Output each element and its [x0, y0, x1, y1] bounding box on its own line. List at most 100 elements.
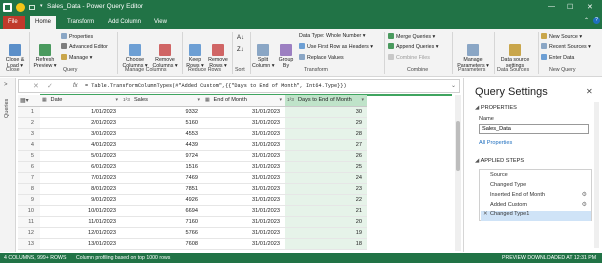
- table-cell[interactable]: 31/01/2023: [203, 227, 285, 239]
- data-type-dropdown[interactable]: Data Type: Whole Number ▾: [299, 33, 365, 39]
- table-cell[interactable]: 3/01/2023: [40, 128, 121, 140]
- all-properties-link[interactable]: All Properties: [479, 140, 512, 146]
- applied-step[interactable]: Changed Type: [490, 182, 526, 188]
- recent-sources-button[interactable]: Recent Sources ▾: [541, 43, 591, 50]
- table-cell[interactable]: 31/01/2023: [203, 139, 285, 151]
- table-cell[interactable]: 31/01/2023: [203, 194, 285, 206]
- filter-dropdown-icon[interactable]: ▾: [361, 97, 364, 103]
- table-row[interactable]: 1 1/01/2023 9332 31/01/2023 30: [18, 106, 367, 118]
- scroll-thumb[interactable]: [456, 121, 460, 171]
- row-number[interactable]: 5: [18, 150, 40, 162]
- table-cell[interactable]: 31/01/2023: [203, 238, 285, 250]
- maximize-button[interactable]: ☐: [567, 3, 573, 11]
- use-first-row-button[interactable]: Use First Row as Headers ▾: [299, 43, 373, 50]
- table-cell[interactable]: 7/01/2023: [40, 172, 121, 184]
- table-cell[interactable]: 2/01/2023: [40, 117, 121, 129]
- row-number[interactable]: 11: [18, 216, 40, 228]
- replace-values-button[interactable]: Replace Values: [299, 54, 344, 61]
- table-row[interactable]: 9 9/01/2023 4926 31/01/2023 22: [18, 194, 367, 206]
- applied-step[interactable]: Inserted End of Month: [490, 192, 545, 198]
- merge-queries-button[interactable]: Merge Queries ▾: [388, 33, 435, 40]
- table-cell[interactable]: 8/01/2023: [40, 183, 121, 195]
- table-cell[interactable]: 30: [285, 106, 367, 118]
- tab-view[interactable]: View: [149, 16, 172, 29]
- table-cell[interactable]: 6694: [121, 205, 203, 217]
- table-cell[interactable]: 1/01/2023: [40, 106, 121, 118]
- table-cell[interactable]: 9/01/2023: [40, 194, 121, 206]
- filter-dropdown-icon[interactable]: ▾: [197, 97, 200, 103]
- qat-dropdown-icon[interactable]: ▾: [40, 3, 43, 9]
- row-number[interactable]: 6: [18, 161, 40, 173]
- row-number[interactable]: 12: [18, 227, 40, 239]
- row-number[interactable]: 10: [18, 205, 40, 217]
- table-cell[interactable]: 31/01/2023: [203, 161, 285, 173]
- table-cell[interactable]: 13/01/2023: [40, 238, 121, 250]
- table-cell[interactable]: 7160: [121, 216, 203, 228]
- column-header-sales[interactable]: 1²3 Sales ▾: [121, 95, 203, 107]
- table-row[interactable]: 3 3/01/2023 4553 31/01/2023 28: [18, 128, 367, 140]
- table-cell[interactable]: 31/01/2023: [203, 205, 285, 217]
- split-column-button[interactable]: Split Column ▾: [252, 32, 274, 75]
- close-window-button[interactable]: ✕: [587, 3, 593, 11]
- append-queries-button[interactable]: Append Queries ▾: [388, 43, 438, 50]
- new-source-button[interactable]: New Source ▾: [541, 33, 582, 40]
- delete-step-icon[interactable]: ✕: [483, 211, 488, 217]
- filter-dropdown-icon[interactable]: ▾: [115, 97, 118, 103]
- query-name-input[interactable]: [479, 124, 589, 134]
- table-row[interactable]: 6 6/01/2023 1516 31/01/2023 25: [18, 161, 367, 173]
- row-number[interactable]: 9: [18, 194, 40, 206]
- row-number[interactable]: 8: [18, 183, 40, 195]
- table-cell[interactable]: 24: [285, 172, 367, 184]
- number-type-icon[interactable]: 1²3: [287, 98, 294, 103]
- row-number[interactable]: 1: [18, 106, 40, 118]
- table-cell[interactable]: 31/01/2023: [203, 216, 285, 228]
- table-cell[interactable]: 7469: [121, 172, 203, 184]
- table-corner-menu[interactable]: ▦▾: [18, 95, 40, 107]
- table-cell[interactable]: 4/01/2023: [40, 139, 121, 151]
- table-cell[interactable]: 23: [285, 183, 367, 195]
- row-number[interactable]: 2: [18, 117, 40, 129]
- table-cell[interactable]: 9724: [121, 150, 203, 162]
- table-cell[interactable]: 31/01/2023: [203, 117, 285, 129]
- date-type-icon[interactable]: ▦: [42, 98, 47, 103]
- table-cell[interactable]: 9332: [121, 106, 203, 118]
- table-row[interactable]: 8 8/01/2023 7851 31/01/2023 23: [18, 183, 367, 195]
- table-cell[interactable]: 5160: [121, 117, 203, 129]
- formula-input[interactable]: = Table.TransformColumnTypes(#"Added Cus…: [85, 83, 347, 89]
- row-number[interactable]: 7: [18, 172, 40, 184]
- table-cell[interactable]: 4553: [121, 128, 203, 140]
- row-number[interactable]: 13: [18, 238, 40, 250]
- column-header-date[interactable]: ▦ Date ▾: [40, 95, 121, 107]
- help-icon[interactable]: ?: [593, 17, 600, 24]
- applied-step[interactable]: Source: [490, 172, 508, 178]
- table-cell[interactable]: 10/01/2023: [40, 205, 121, 217]
- table-cell[interactable]: 7608: [121, 238, 203, 250]
- row-number[interactable]: 4: [18, 139, 40, 151]
- table-cell[interactable]: 4439: [121, 139, 203, 151]
- enter-data-button[interactable]: Enter Data: [541, 54, 574, 61]
- manage-button[interactable]: Manage ▾: [61, 54, 92, 61]
- table-row[interactable]: 7 7/01/2023 7469 31/01/2023 24: [18, 172, 367, 184]
- applied-step[interactable]: Added Custom: [490, 202, 527, 208]
- smiley-feedback-icon[interactable]: [16, 3, 25, 12]
- table-cell[interactable]: 4926: [121, 194, 203, 206]
- table-row[interactable]: 13 13/01/2023 7608 31/01/2023 18: [18, 238, 367, 250]
- table-row[interactable]: 11 11/01/2023 7160 31/01/2023 20: [18, 216, 367, 228]
- column-header-end-of-month[interactable]: ▦ End of Month ▾: [203, 95, 285, 107]
- tab-home[interactable]: Home: [30, 16, 57, 29]
- table-row[interactable]: 5 5/01/2023 9724 31/01/2023 26: [18, 150, 367, 162]
- table-row[interactable]: 12 12/01/2023 5766 31/01/2023 19: [18, 227, 367, 239]
- expand-queries-icon[interactable]: >: [4, 82, 8, 88]
- table-cell[interactable]: 26: [285, 150, 367, 162]
- table-cell[interactable]: 1516: [121, 161, 203, 173]
- table-cell[interactable]: 12/01/2023: [40, 227, 121, 239]
- table-row[interactable]: 10 10/01/2023 6694 31/01/2023 21: [18, 205, 367, 217]
- number-type-icon[interactable]: 1²3: [123, 98, 130, 103]
- applied-step-selected[interactable]: ✕ Changed Type1: [481, 211, 591, 221]
- table-cell[interactable]: 21: [285, 205, 367, 217]
- close-pane-icon[interactable]: ✕: [586, 87, 593, 96]
- table-cell[interactable]: 18: [285, 238, 367, 250]
- table-cell[interactable]: 19: [285, 227, 367, 239]
- table-cell[interactable]: 31/01/2023: [203, 150, 285, 162]
- advanced-editor-button[interactable]: Advanced Editor: [61, 43, 108, 50]
